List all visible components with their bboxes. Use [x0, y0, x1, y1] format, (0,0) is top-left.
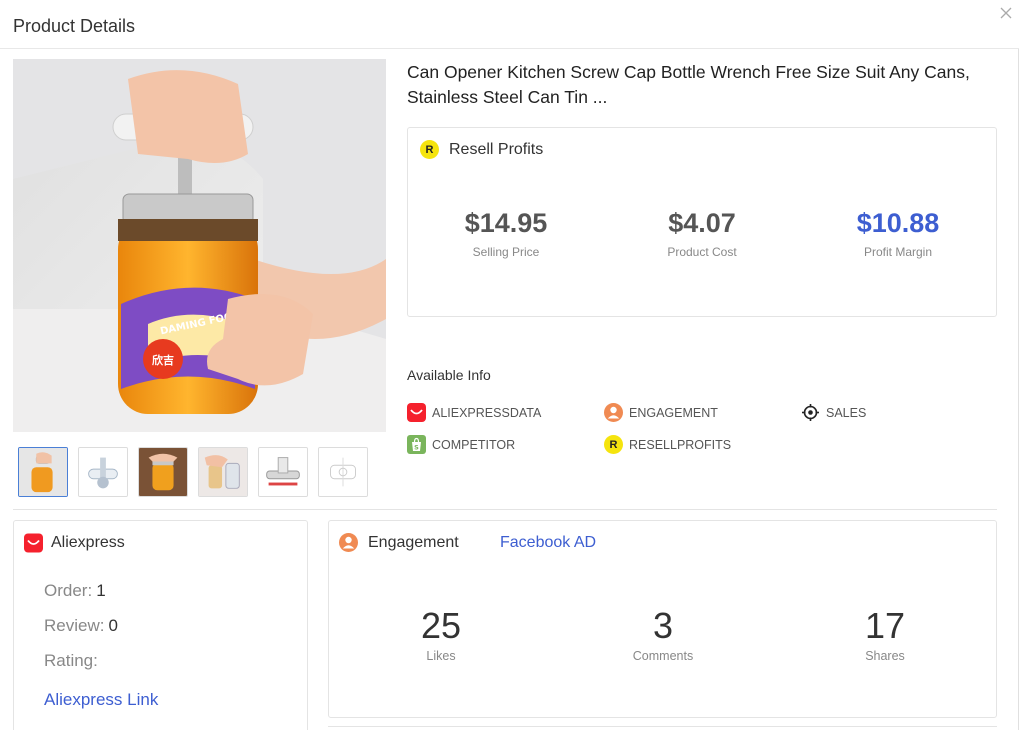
shares-stat: 17 Shares — [805, 605, 965, 663]
profit-margin-value: $10.88 — [856, 208, 940, 238]
close-icon[interactable] — [997, 4, 1015, 22]
resell-profits-card: R Resell Profits $14.95 Selling Price $4… — [407, 127, 997, 317]
engagement-title: Engagement — [368, 533, 459, 551]
aliexpress-icon — [24, 533, 43, 552]
profit-margin-stat: $10.88 Profit Margin — [808, 208, 988, 259]
thumbnail-5[interactable] — [258, 447, 308, 497]
next-card-edge — [328, 726, 997, 730]
thumbnail-1[interactable] — [18, 447, 68, 497]
product-cost-stat: $4.07 Product Cost — [612, 208, 792, 259]
engagement-user-icon — [604, 403, 623, 422]
available-sales[interactable]: SALES — [801, 403, 866, 422]
modal-title: Product Details — [13, 16, 136, 36]
available-competitor[interactable]: S COMPETITOR — [407, 435, 515, 454]
order-row: Order: 1 — [44, 581, 106, 601]
available-aliexpressdata[interactable]: ALIEXPRESSDATA — [407, 403, 541, 422]
product-main-image: 欣吉 DAMING FOOD — [13, 59, 386, 432]
aliexpress-card: Aliexpress Order: 1 Review: 0 Rating: Alie… — [13, 520, 308, 730]
order-value: 1 — [96, 581, 106, 600]
rating-label: Rating: — [44, 651, 98, 670]
shares-value: 17 — [864, 605, 906, 646]
selling-price-label: Selling Price — [472, 245, 540, 259]
engagement-user-icon — [339, 533, 358, 552]
available-info-title: Available Info — [407, 367, 491, 383]
engagement-card: Engagement Facebook AD 25 Likes 3 Commen… — [328, 520, 997, 718]
review-label: Review: — [44, 616, 105, 635]
comments-label: Comments — [632, 649, 694, 663]
resell-profits-title: Resell Profits — [449, 140, 544, 158]
crosshair-icon — [801, 403, 820, 422]
resell-badge-icon: R — [420, 140, 439, 159]
likes-label: Likes — [426, 649, 456, 663]
thumbnail-4[interactable] — [198, 447, 248, 497]
available-engagement-label: ENGAGEMENT — [629, 405, 718, 420]
likes-value: 25 — [420, 605, 462, 646]
shopify-bag-icon: S — [407, 435, 426, 454]
thumbnail-6[interactable] — [318, 447, 368, 497]
thumbnail-3[interactable] — [138, 447, 188, 497]
available-aliexpressdata-label: ALIEXPRESSDATA — [432, 405, 542, 420]
product-title: Can Opener Kitchen Screw Cap Bottle Wren… — [407, 62, 970, 107]
available-sales-label: SALES — [826, 405, 867, 420]
order-label: Order: — [44, 581, 93, 600]
available-resellprofits-label: RESELLPROFITS — [629, 437, 732, 452]
review-row: Review: 0 — [44, 616, 118, 636]
rating-row: Rating: — [44, 651, 98, 671]
selling-price-value: $14.95 — [464, 208, 548, 238]
aliexpress-icon — [407, 403, 426, 422]
available-engagement[interactable]: ENGAGEMENT — [604, 403, 718, 422]
aliexpress-title: Aliexpress — [51, 533, 125, 551]
comments-stat: 3 Comments — [583, 605, 743, 663]
engagement-header: Engagement — [339, 533, 459, 552]
resell-profits-header: R Resell Profits — [420, 140, 543, 159]
comments-value: 3 — [652, 605, 674, 646]
product-cost-value: $4.07 — [668, 208, 736, 238]
review-value: 0 — [108, 616, 118, 635]
thumbnail-strip — [18, 447, 368, 497]
available-resellprofits[interactable]: R RESELLPROFITS — [604, 435, 731, 454]
shares-label: Shares — [865, 649, 905, 663]
thumbnail-2[interactable] — [78, 447, 128, 497]
facebook-ad-link[interactable]: Facebook AD — [500, 534, 596, 552]
section-divider — [13, 509, 997, 510]
profit-margin-label: Profit Margin — [863, 245, 933, 259]
modal-header: Product Details — [0, 0, 1019, 49]
available-competitor-label: COMPETITOR — [432, 437, 516, 452]
aliexpress-header: Aliexpress — [24, 533, 125, 552]
svg-text:欣吉: 欣吉 — [152, 353, 174, 367]
product-cost-label: Product Cost — [667, 245, 737, 259]
aliexpress-link[interactable]: Aliexpress Link — [44, 690, 158, 710]
selling-price-stat: $14.95 Selling Price — [416, 208, 596, 259]
likes-stat: 25 Likes — [361, 605, 521, 663]
resell-badge-icon: R — [604, 435, 623, 454]
svg-text:S: S — [414, 444, 419, 452]
